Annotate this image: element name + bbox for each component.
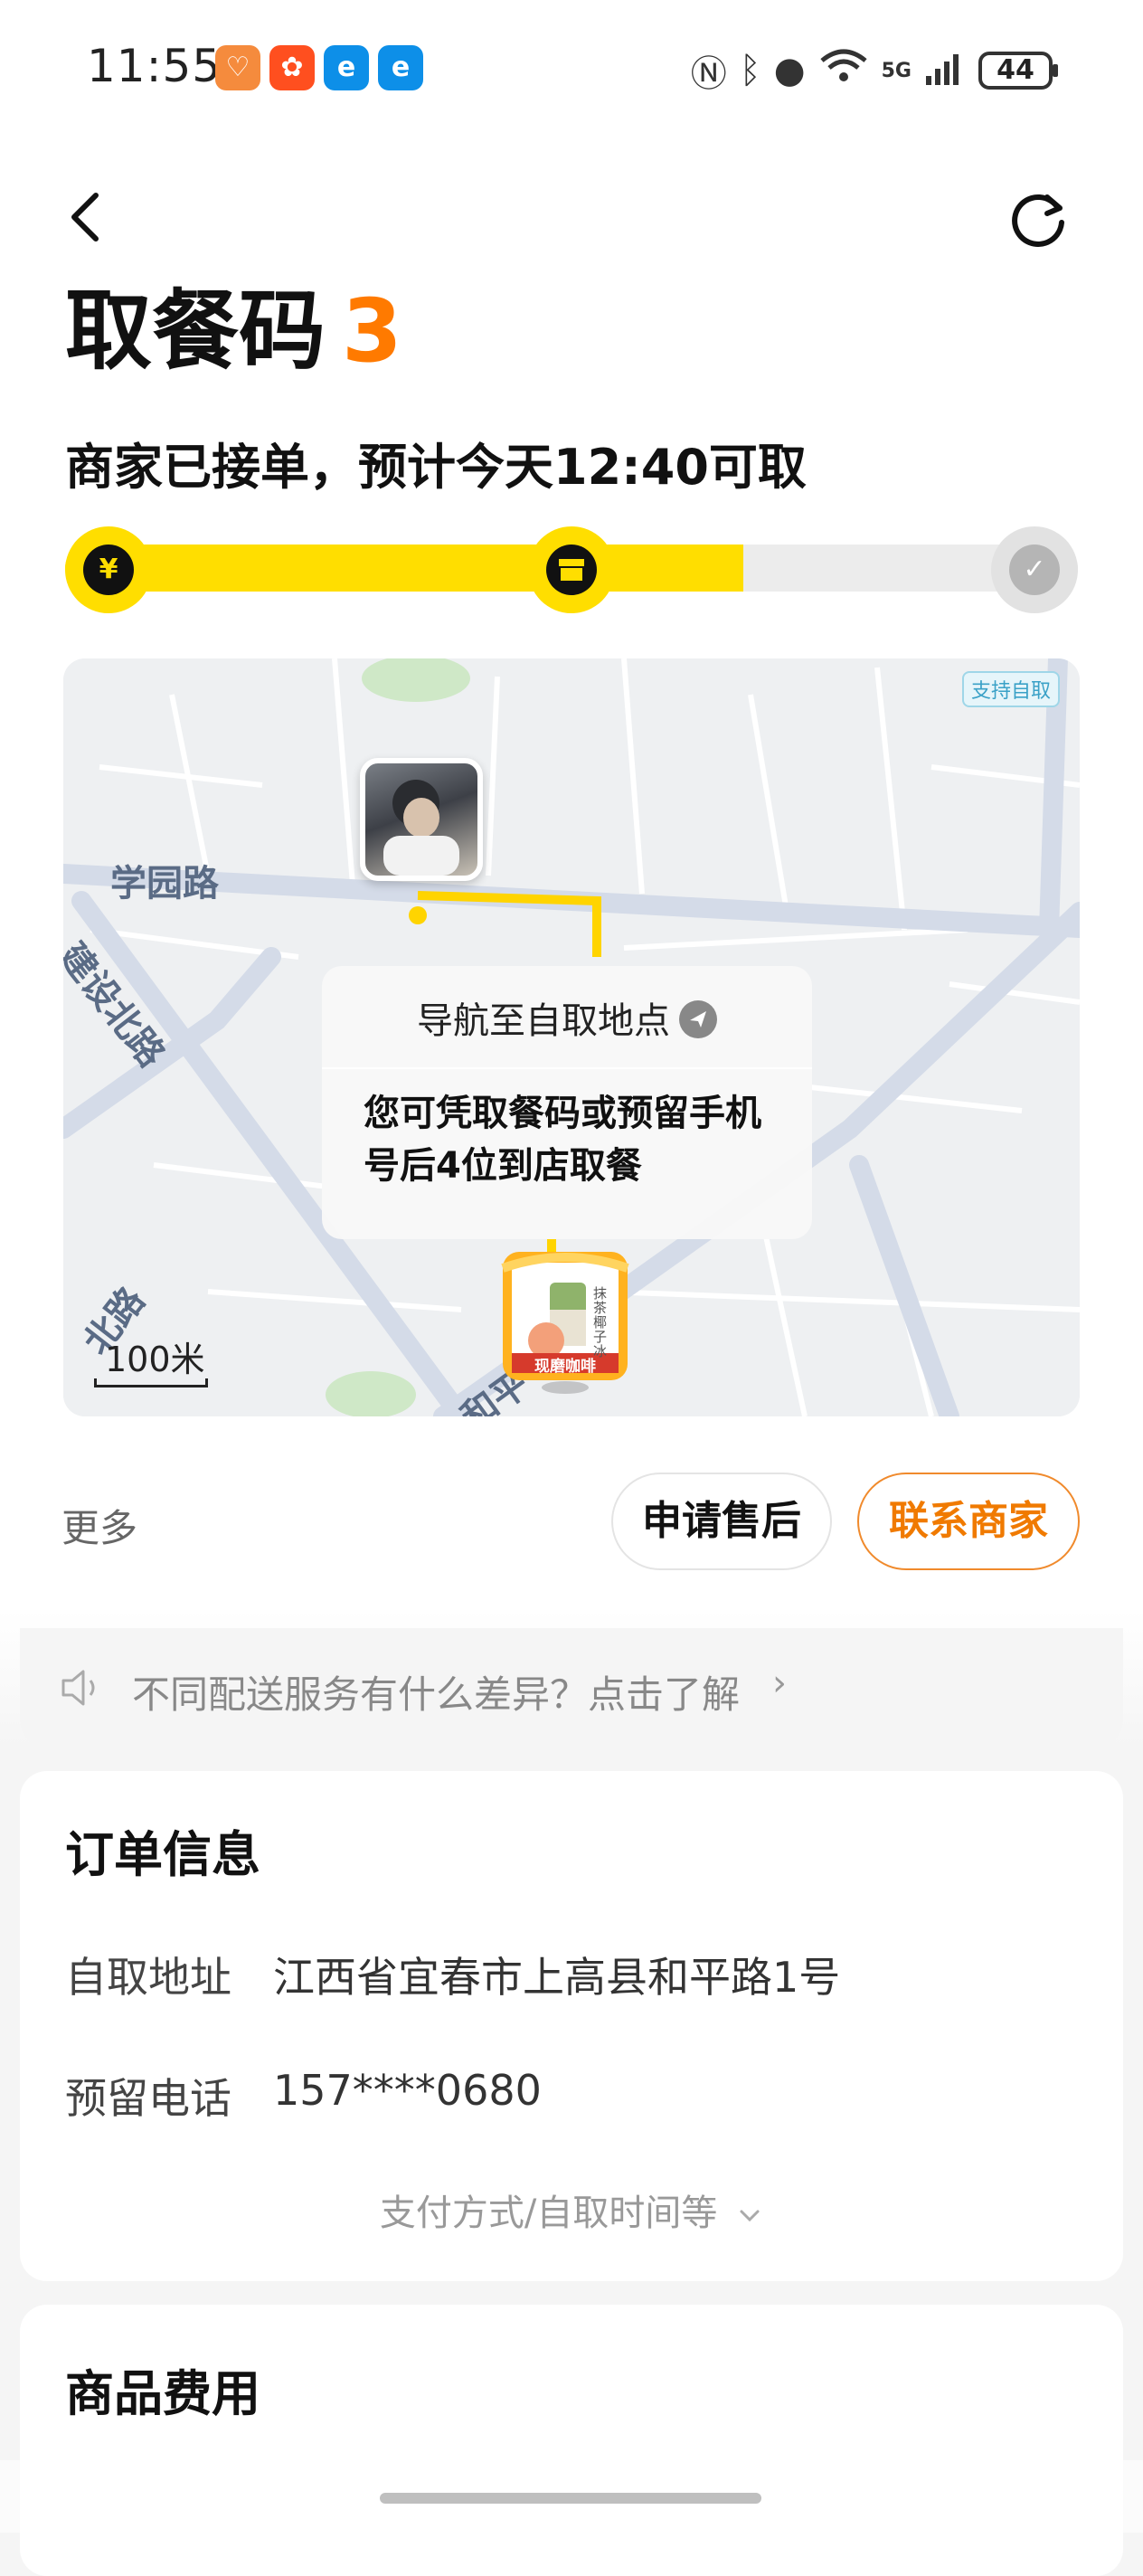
- map-scale-label: 100米: [105, 1340, 205, 1379]
- address-label: 自取地址: [65, 1953, 231, 2002]
- taobao-icon: ♡: [215, 45, 260, 90]
- more-link[interactable]: 更多: [61, 1498, 137, 1553]
- check-icon: ✓: [1009, 545, 1060, 595]
- status-time: 11:55: [87, 40, 222, 92]
- banner-text: 不同配送服务有什么差异？点击了解: [132, 1672, 741, 1717]
- navigate-label: 导航至自取地点: [417, 1000, 670, 1042]
- order-info-card: 订单信息 自取地址 江西省宜春市上高县和平路1号 预留电话 157****068…: [20, 1771, 1123, 2281]
- order-info-title: 订单信息: [65, 1826, 260, 1883]
- bluetooth-icon: ᛒ: [739, 50, 761, 91]
- map-view[interactable]: 学园路 建设北路 北路 和平 支持自取 导航至自取地点 您可凭取餐码或预留手机号…: [63, 658, 1080, 1416]
- step-paid: ¥: [65, 526, 152, 613]
- speaker-icon: [61, 1670, 95, 1706]
- phone-value: 157****0680: [273, 2066, 542, 2115]
- store-icon: [546, 545, 597, 595]
- eleme-icon-2: e: [378, 45, 423, 90]
- phone-label: 预留电话: [65, 2074, 231, 2123]
- road-label-xueyuan: 学园路: [110, 863, 219, 904]
- pickup-code: 3: [342, 280, 402, 382]
- title-label: 取餐码: [65, 280, 326, 382]
- nav-divider: [322, 1067, 812, 1069]
- location-icon: ●: [773, 50, 806, 91]
- pickup-tip: 您可凭取餐码或预留手机号后4位到店取餐: [364, 1093, 761, 1187]
- expand-label: 支付方式/自取时间等: [379, 2192, 718, 2234]
- chevron-left-icon: [71, 193, 99, 242]
- nfc-icon: Ⓝ: [690, 53, 727, 95]
- back-button[interactable]: [61, 190, 116, 244]
- fees-card: 商品费用: [20, 2305, 1123, 2576]
- after-sale-button[interactable]: 申请售后: [611, 1473, 832, 1570]
- expand-details-link[interactable]: 支付方式/自取时间等: [20, 2183, 1123, 2236]
- status-bar: 11:55 ♡ ✿ e e Ⓝ ᛒ ● 5G 44: [0, 0, 1143, 145]
- signal-icon: [924, 51, 966, 90]
- kuaishou-icon: ✿: [269, 45, 315, 90]
- map-scale-bar: [94, 1378, 208, 1387]
- address-value: 江西省宜春市上高县和平路1号: [273, 1953, 841, 2002]
- navigation-card[interactable]: 导航至自取地点 您可凭取餐码或预留手机号后4位到店取餐: [322, 966, 812, 1239]
- chevron-right-icon: ›: [772, 1662, 787, 1704]
- status-indicators: Ⓝ ᛒ ● 5G 44: [690, 43, 1058, 98]
- refresh-icon: [1012, 194, 1064, 247]
- self-pickup-tag: 支持自取: [961, 671, 1060, 707]
- contact-merchant-button[interactable]: 联系商家: [857, 1473, 1080, 1570]
- order-progress: ¥ ✓: [65, 526, 1078, 613]
- home-indicator[interactable]: [380, 2493, 761, 2504]
- navigate-link[interactable]: 导航至自取地点: [322, 991, 812, 1044]
- progress-fill: [65, 545, 744, 592]
- refresh-button[interactable]: [1007, 188, 1071, 251]
- navigate-arrow-icon: [679, 1000, 717, 1038]
- step-accepted: [528, 526, 615, 613]
- product-label: 抹茶椰子冰: [593, 1285, 608, 1359]
- chevron-down-icon: [740, 2210, 760, 2222]
- wifi-icon: [818, 46, 869, 95]
- network-type: 5G: [881, 59, 912, 82]
- page-title: 取餐码 3: [65, 288, 402, 374]
- delivery-info-banner[interactable]: 不同配送服务有什么差异？点击了解 ›: [20, 1628, 1123, 1747]
- user-avatar: [360, 758, 483, 881]
- eleme-icon: e: [324, 45, 369, 90]
- store-pin[interactable]: 现磨咖啡 抹茶椰子冰: [497, 1246, 633, 1395]
- yen-icon: ¥: [83, 545, 134, 595]
- step-ready: ✓: [991, 526, 1078, 613]
- fees-title: 商品费用: [65, 2365, 260, 2422]
- order-status-text: 商家已接单，预计今天12:40可取: [65, 439, 807, 496]
- battery-icon: 44: [978, 52, 1058, 90]
